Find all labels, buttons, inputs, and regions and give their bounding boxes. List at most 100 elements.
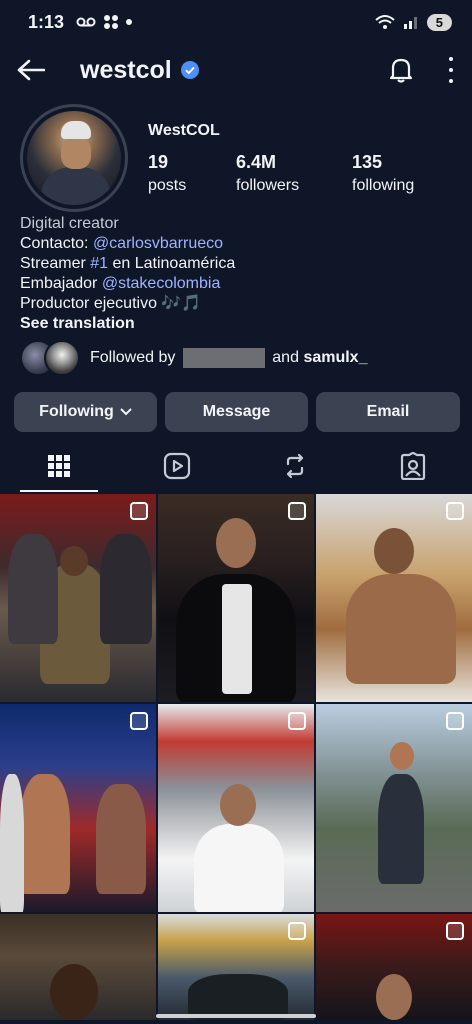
stat-label: followers — [236, 177, 300, 194]
kebab-dot — [449, 68, 453, 72]
verified-badge-icon — [180, 61, 199, 79]
post-thumbnail[interactable] — [0, 704, 156, 912]
avatar-face — [61, 137, 91, 169]
photo-figure — [96, 784, 146, 894]
profile-header: westcol — [0, 44, 472, 96]
profile-avatar-ring[interactable] — [20, 104, 128, 212]
status-right: 5 — [375, 13, 452, 31]
bio-hashtag-link[interactable]: #1 — [90, 255, 108, 272]
bell-icon — [389, 58, 413, 83]
see-translation-link[interactable]: See translation — [20, 314, 235, 334]
photo-figure-head — [374, 528, 414, 574]
mutual-follower-name: samulx_ — [303, 349, 368, 367]
followed-by-row[interactable]: Followed by and samulx_ — [20, 340, 367, 376]
avatar-body — [41, 167, 111, 205]
more-options-button[interactable] — [446, 57, 456, 83]
carousel-icon — [288, 922, 306, 940]
posts-grid — [0, 494, 472, 1020]
following-button[interactable]: Following — [14, 392, 157, 432]
wifi-icon — [375, 15, 395, 29]
photo-figure-head — [376, 974, 412, 1020]
carousel-icon — [130, 712, 148, 730]
status-notification-icons — [76, 14, 133, 30]
photo-figure-head — [220, 784, 256, 826]
bio-line-ambassador: Embajador @stakecolombia — [20, 274, 235, 294]
photo-figure — [194, 824, 284, 912]
stat-following[interactable]: 135 following — [352, 152, 414, 195]
tab-tagged[interactable] — [354, 440, 472, 492]
profile-avatar — [27, 111, 121, 205]
photo-figure — [378, 774, 424, 884]
bio-mention-link[interactable]: @carlosvbarrueco — [93, 235, 223, 252]
tab-reels[interactable] — [118, 440, 236, 492]
email-button[interactable]: Email — [316, 392, 460, 432]
photo-figure — [20, 774, 70, 894]
tab-reposts[interactable] — [236, 440, 354, 492]
tab-posts-grid[interactable] — [0, 440, 118, 492]
photo-shirt — [222, 584, 252, 694]
following-label: Following — [39, 403, 114, 420]
followed-by-prefix: Followed by — [90, 349, 176, 367]
post-thumbnail[interactable] — [0, 914, 156, 1020]
carousel-icon — [130, 502, 148, 520]
signal-icon — [403, 17, 417, 29]
battery-indicator: 5 — [426, 13, 452, 31]
post-thumbnail[interactable] — [0, 494, 156, 702]
reposts-icon — [286, 453, 304, 479]
carousel-icon — [446, 712, 464, 730]
voicemail-icon — [76, 17, 96, 27]
back-arrow-icon — [17, 59, 45, 81]
carousel-icon — [288, 712, 306, 730]
mutual-follower-avatar — [44, 340, 80, 376]
kebab-dot — [449, 57, 453, 61]
redacted-username — [182, 348, 265, 368]
bio-category: Digital creator — [20, 215, 119, 232]
profile-actions: Following Message Email — [14, 392, 460, 432]
tagged-icon — [400, 452, 426, 480]
post-thumbnail[interactable] — [158, 914, 314, 1020]
reels-icon — [163, 452, 191, 480]
post-thumbnail[interactable] — [316, 914, 472, 1020]
photo-figure — [8, 534, 58, 644]
bio-text: Embajador — [20, 275, 102, 292]
photo-figure-head — [60, 546, 88, 576]
grid-icon — [48, 455, 70, 477]
profile-username: westcol — [80, 55, 172, 84]
kebab-dot — [449, 79, 453, 83]
carousel-icon — [288, 502, 306, 520]
profile-tabs — [0, 440, 472, 492]
photo-figure-head — [390, 742, 414, 770]
stat-value: 19 — [148, 152, 169, 172]
profile-stats: 19 posts 6.4M followers 135 following — [148, 152, 414, 195]
photo-figure — [100, 534, 152, 644]
status-bar: 1:13 5 — [0, 0, 472, 44]
post-thumbnail[interactable] — [316, 494, 472, 702]
notifications-button[interactable] — [386, 55, 416, 85]
post-thumbnail[interactable] — [316, 704, 472, 912]
photo-figure — [0, 774, 24, 912]
post-thumbnail[interactable] — [158, 494, 314, 702]
post-thumbnail[interactable] — [158, 704, 314, 912]
bio-line-producer: Productor ejecutivo 🎶🎵 — [20, 295, 202, 312]
photo-figure-head — [216, 518, 256, 568]
followed-by-and: and — [272, 349, 299, 367]
back-button[interactable] — [16, 55, 46, 85]
avatar-cap — [61, 121, 91, 139]
message-button[interactable]: Message — [165, 392, 308, 432]
carousel-icon — [446, 502, 464, 520]
status-time: 1:13 — [28, 11, 65, 32]
chevron-down-icon — [120, 408, 132, 416]
bio-mention-link[interactable]: @stakecolombia — [102, 275, 221, 292]
stat-followers[interactable]: 6.4M followers — [236, 152, 352, 195]
display-name: WestCOL — [148, 122, 220, 139]
followed-by-text: Followed by and samulx_ — [90, 348, 367, 368]
bio-line-contact: Contacto: @carlosvbarrueco — [20, 234, 235, 254]
photo-figure-head — [50, 964, 98, 1020]
photo-figure — [346, 574, 456, 684]
bio-text: Contacto: — [20, 235, 93, 252]
home-indicator[interactable] — [156, 1014, 316, 1018]
apps-icon — [104, 15, 119, 29]
stat-value: 6.4M — [236, 152, 277, 172]
stat-posts[interactable]: 19 posts — [148, 152, 236, 195]
bio-text: Streamer — [20, 255, 91, 272]
